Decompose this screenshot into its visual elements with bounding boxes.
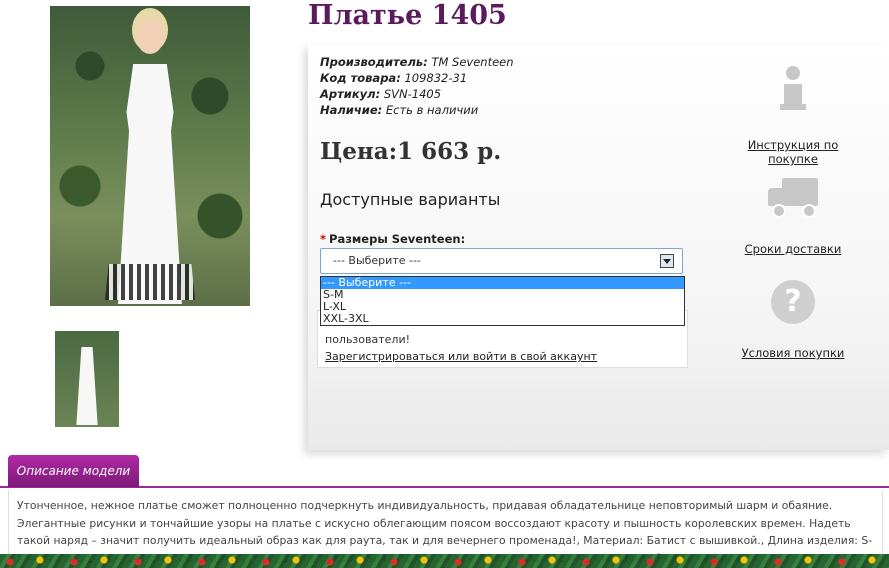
truck-icon <box>768 176 818 218</box>
christmas-garland-decoration <box>0 554 889 568</box>
sku-value: SVN-1405 <box>383 87 442 101</box>
size-select-value: --- Выберите --- <box>333 254 421 267</box>
info-icon <box>773 66 813 114</box>
code-label: Код товара: <box>320 71 401 85</box>
chevron-down-icon[interactable] <box>660 254 674 268</box>
notice-message: пользователи! <box>325 333 411 346</box>
manufacturer-label: Производитель: <box>320 55 428 69</box>
size-label-text: Размеры Seventeen: <box>329 232 466 246</box>
register-login-link[interactable]: Зарегистрироваться или войти в свой акка… <box>325 350 597 363</box>
stock-row: Наличие: Есть в наличии <box>320 102 514 118</box>
thumbnail-dress <box>76 347 98 425</box>
stock-value: Есть в наличии <box>385 103 479 117</box>
sku-row: Артикул: SVN-1405 <box>320 86 514 102</box>
product-main-photo[interactable] <box>50 6 250 306</box>
terms-link[interactable]: Условия покупки <box>723 346 863 360</box>
model-head <box>136 18 164 54</box>
required-mark: * <box>320 232 327 246</box>
size-option[interactable]: XXL-3XL <box>321 313 684 325</box>
sku-label: Артикул: <box>320 87 381 101</box>
instructions-link[interactable]: Инструкция по покупке <box>723 138 863 166</box>
delivery-link[interactable]: Сроки доставки <box>723 242 863 256</box>
product-price: Цена:1 663 р. <box>320 138 502 165</box>
stock-label: Наличие: <box>320 103 383 117</box>
instructions-block: Инструкция по покупке <box>723 66 863 166</box>
question-icon: ? <box>771 280 815 324</box>
size-label: * Размеры Seventeen: <box>320 232 465 246</box>
page-title: Платье 1405 <box>308 0 507 31</box>
size-option[interactable]: L-XL <box>321 301 684 313</box>
manufacturer-value: TM Seventeen <box>431 55 514 69</box>
code-row: Код товара: 109832-31 <box>320 70 514 86</box>
terms-block: ? Условия покупки <box>723 280 863 360</box>
code-value: 109832-31 <box>404 71 468 85</box>
product-thumbnail[interactable] <box>55 331 119 427</box>
variants-heading: Доступные варианты <box>320 190 501 209</box>
size-select[interactable]: --- Выберите --- <box>320 248 683 274</box>
product-meta: Производитель: TM Seventeen Код товара: … <box>320 54 514 118</box>
size-option[interactable]: S-M <box>321 289 684 301</box>
manufacturer-row: Производитель: TM Seventeen <box>320 54 514 70</box>
size-options-list: --- Выберите --- S-M L-XL XXL-3XL <box>320 276 685 326</box>
tab-description[interactable]: Описание модели <box>8 455 139 487</box>
delivery-block: Сроки доставки <box>723 176 863 256</box>
size-option[interactable]: --- Выберите --- <box>321 277 684 289</box>
dress-embroidery <box>105 264 195 300</box>
